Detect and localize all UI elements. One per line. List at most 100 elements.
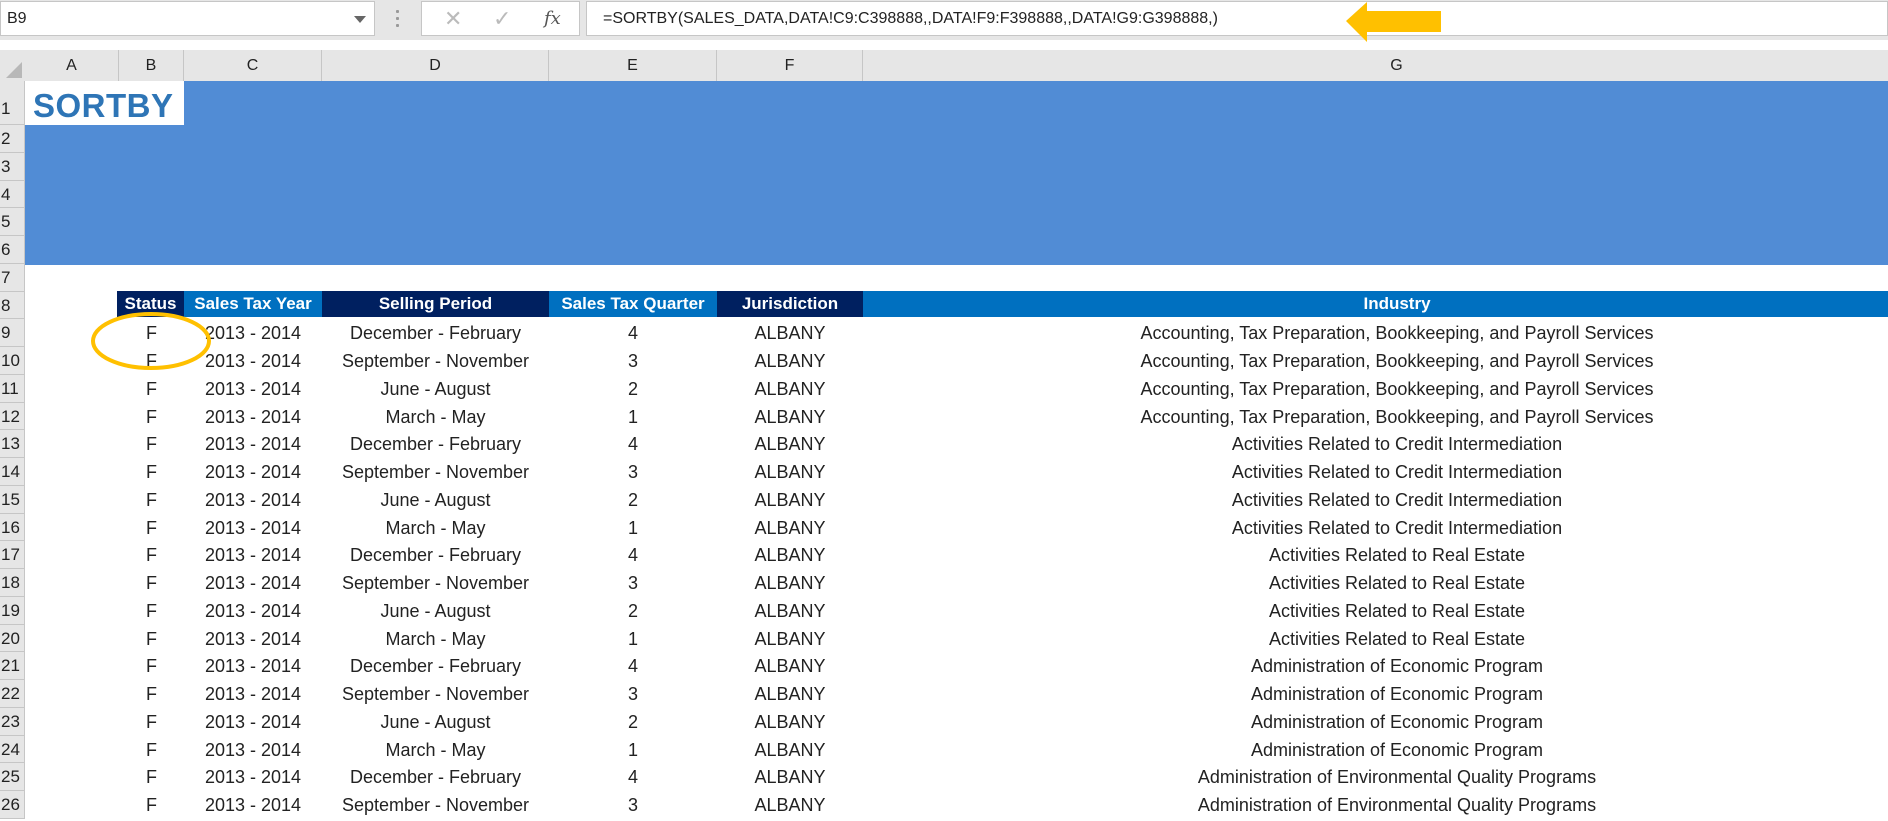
- cell-selling-period[interactable]: June - August: [322, 597, 549, 625]
- cell-sales-tax-year[interactable]: 2013 - 2014: [184, 458, 322, 486]
- cell-industry[interactable]: Administration of Environmental Quality …: [863, 763, 1888, 791]
- cell-sales-tax-year[interactable]: 2013 - 2014: [184, 763, 322, 791]
- cell-sales-tax-year[interactable]: 2013 - 2014: [184, 514, 322, 542]
- cell-status[interactable]: F: [119, 763, 184, 791]
- cell-status[interactable]: F: [119, 708, 184, 736]
- cell-sales-tax-year[interactable]: 2013 - 2014: [184, 736, 322, 764]
- cell-selling-period[interactable]: March - May: [322, 625, 549, 653]
- cell-selling-period[interactable]: September - November: [322, 791, 549, 819]
- row-header-3[interactable]: 3: [0, 152, 25, 181]
- cell-selling-period[interactable]: June - August: [322, 375, 549, 403]
- cell-industry[interactable]: Accounting, Tax Preparation, Bookkeeping…: [863, 319, 1888, 347]
- row-header-14[interactable]: 14: [0, 458, 25, 486]
- row-header-10[interactable]: 10: [0, 347, 25, 375]
- cell-jurisdiction[interactable]: ALBANY: [717, 736, 863, 764]
- cell-selling-period[interactable]: December - February: [322, 652, 549, 680]
- cell-industry[interactable]: Activities Related to Credit Intermediat…: [863, 430, 1888, 458]
- row-header-20[interactable]: 20: [0, 624, 25, 653]
- cell-jurisdiction[interactable]: ALBANY: [717, 347, 863, 375]
- cell-selling-period[interactable]: March - May: [322, 736, 549, 764]
- row-header-18[interactable]: 18: [0, 569, 25, 597]
- cell-selling-period[interactable]: December - February: [322, 430, 549, 458]
- cell-sales-tax-quarter[interactable]: 1: [549, 514, 717, 542]
- cell-status[interactable]: F: [119, 403, 184, 431]
- cell-sales-tax-quarter[interactable]: 2: [549, 486, 717, 514]
- row-header-13[interactable]: 13: [0, 430, 25, 458]
- cell-selling-period[interactable]: June - August: [322, 708, 549, 736]
- table-header-industry[interactable]: Industry: [863, 291, 1888, 317]
- title-cell[interactable]: SORTBY: [25, 81, 184, 125]
- row-header-9[interactable]: 9: [0, 319, 25, 347]
- cell-jurisdiction[interactable]: ALBANY: [717, 319, 863, 347]
- cell-selling-period[interactable]: December - February: [322, 319, 549, 347]
- cell-selling-period[interactable]: December - February: [322, 763, 549, 791]
- cell-sales-tax-quarter[interactable]: 4: [549, 541, 717, 569]
- cell-jurisdiction[interactable]: ALBANY: [717, 791, 863, 819]
- row-header-19[interactable]: 19: [0, 596, 25, 625]
- cell-industry[interactable]: Activities Related to Credit Intermediat…: [863, 514, 1888, 542]
- row-header-26[interactable]: 26: [0, 791, 25, 819]
- cell-selling-period[interactable]: September - November: [322, 458, 549, 486]
- enter-icon[interactable]: ✓: [493, 6, 511, 32]
- cell-sales-tax-quarter[interactable]: 4: [549, 763, 717, 791]
- cell-sales-tax-year[interactable]: 2013 - 2014: [184, 652, 322, 680]
- cell-sales-tax-quarter[interactable]: 3: [549, 347, 717, 375]
- cell-sales-tax-quarter[interactable]: 4: [549, 652, 717, 680]
- cell-sales-tax-year[interactable]: 2013 - 2014: [184, 541, 322, 569]
- cell-status[interactable]: F: [119, 541, 184, 569]
- row-header-1[interactable]: 1: [0, 81, 25, 125]
- cell-jurisdiction[interactable]: ALBANY: [717, 430, 863, 458]
- cell-sales-tax-quarter[interactable]: 3: [549, 791, 717, 819]
- column-header-f[interactable]: F: [717, 50, 863, 81]
- row-header-21[interactable]: 21: [0, 652, 25, 680]
- table-header-sales-tax-quarter[interactable]: Sales Tax Quarter: [549, 291, 717, 317]
- column-header-d[interactable]: D: [322, 50, 549, 81]
- cell-sales-tax-quarter[interactable]: 2: [549, 597, 717, 625]
- cell-jurisdiction[interactable]: ALBANY: [717, 625, 863, 653]
- row-header-12[interactable]: 12: [0, 402, 25, 431]
- column-header-c[interactable]: C: [184, 50, 322, 81]
- cell-selling-period[interactable]: December - February: [322, 541, 549, 569]
- row-header-5[interactable]: 5: [0, 208, 25, 236]
- row-header-25[interactable]: 25: [0, 763, 25, 791]
- cell-status[interactable]: F: [119, 736, 184, 764]
- cell-jurisdiction[interactable]: ALBANY: [717, 597, 863, 625]
- cell-sales-tax-year[interactable]: 2013 - 2014: [184, 486, 322, 514]
- cell-status[interactable]: F: [119, 791, 184, 819]
- chevron-down-icon[interactable]: [354, 16, 366, 23]
- cell-industry[interactable]: Administration of Economic Program: [863, 652, 1888, 680]
- row-header-17[interactable]: 17: [0, 541, 25, 569]
- insert-function-icon[interactable]: fx: [544, 8, 561, 29]
- grip-handle-icon[interactable]: [396, 10, 399, 31]
- cell-sales-tax-year[interactable]: 2013 - 2014: [184, 791, 322, 819]
- cell-sales-tax-quarter[interactable]: 4: [549, 319, 717, 347]
- cell-sales-tax-quarter[interactable]: 1: [549, 403, 717, 431]
- row-header-11[interactable]: 11: [0, 374, 25, 403]
- row-header-15[interactable]: 15: [0, 485, 25, 514]
- cell-industry[interactable]: Activities Related to Credit Intermediat…: [863, 486, 1888, 514]
- row-header-7[interactable]: 7: [0, 263, 25, 292]
- cell-jurisdiction[interactable]: ALBANY: [717, 514, 863, 542]
- cell-industry[interactable]: Accounting, Tax Preparation, Bookkeeping…: [863, 375, 1888, 403]
- cell-jurisdiction[interactable]: ALBANY: [717, 458, 863, 486]
- cell-status[interactable]: F: [119, 625, 184, 653]
- cell-sales-tax-quarter[interactable]: 3: [549, 458, 717, 486]
- cell-jurisdiction[interactable]: ALBANY: [717, 403, 863, 431]
- cell-industry[interactable]: Administration of Economic Program: [863, 736, 1888, 764]
- cell-sales-tax-year[interactable]: 2013 - 2014: [184, 597, 322, 625]
- column-header-a[interactable]: A: [25, 50, 119, 81]
- cell-industry[interactable]: Accounting, Tax Preparation, Bookkeeping…: [863, 347, 1888, 375]
- cell-sales-tax-quarter[interactable]: 4: [549, 430, 717, 458]
- column-header-e[interactable]: E: [549, 50, 717, 81]
- cell-sales-tax-quarter[interactable]: 3: [549, 680, 717, 708]
- cell-sales-tax-year[interactable]: 2013 - 2014: [184, 403, 322, 431]
- cell-status[interactable]: F: [119, 375, 184, 403]
- cell-selling-period[interactable]: September - November: [322, 347, 549, 375]
- cell-status[interactable]: F: [119, 430, 184, 458]
- cell-industry[interactable]: Administration of Economic Program: [863, 708, 1888, 736]
- column-header-g[interactable]: G: [863, 50, 1888, 81]
- cell-sales-tax-year[interactable]: 2013 - 2014: [184, 569, 322, 597]
- cell-jurisdiction[interactable]: ALBANY: [717, 486, 863, 514]
- cell-industry[interactable]: Activities Related to Credit Intermediat…: [863, 458, 1888, 486]
- cell-selling-period[interactable]: September - November: [322, 569, 549, 597]
